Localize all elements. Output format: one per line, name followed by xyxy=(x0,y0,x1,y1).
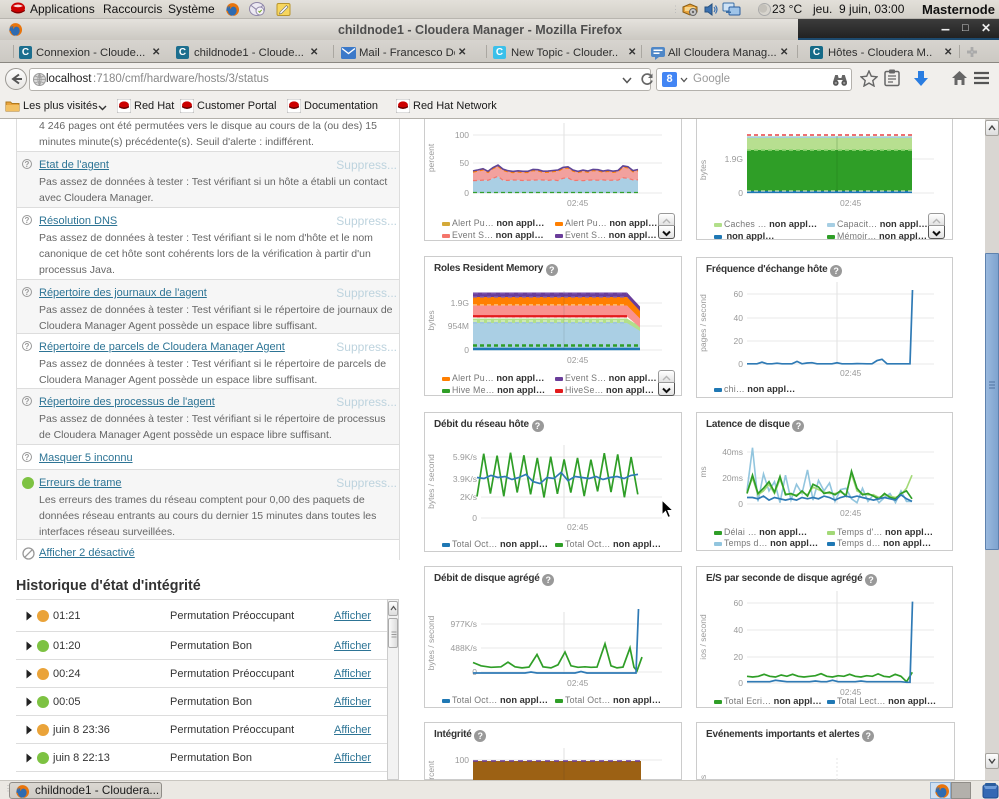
svg-text:100: 100 xyxy=(455,755,469,765)
svg-text:40: 40 xyxy=(734,313,744,323)
svg-text:40: 40 xyxy=(734,625,744,635)
svg-text:20: 20 xyxy=(734,652,744,662)
svg-text:02:45: 02:45 xyxy=(567,678,589,688)
svg-text:977K/s: 977K/s xyxy=(451,619,477,629)
svg-text:s: s xyxy=(698,775,708,779)
svg-text:954M: 954M xyxy=(448,321,469,331)
svg-text:ios / second: ios / second xyxy=(698,614,708,660)
svg-text:ms: ms xyxy=(698,466,708,477)
svg-text:60: 60 xyxy=(734,598,744,608)
svg-text:0: 0 xyxy=(464,345,469,355)
svg-text:60: 60 xyxy=(734,289,744,299)
svg-text:pages / second: pages / second xyxy=(698,294,708,352)
svg-text:02:45: 02:45 xyxy=(840,687,862,695)
svg-text:20: 20 xyxy=(734,336,744,346)
svg-text:2K/s: 2K/s xyxy=(460,492,477,502)
svg-text:bytes / second: bytes / second xyxy=(426,454,436,509)
svg-text:0: 0 xyxy=(472,667,477,677)
svg-text:02:45: 02:45 xyxy=(840,368,862,376)
svg-text:02:45: 02:45 xyxy=(567,522,589,531)
svg-text:02:45: 02:45 xyxy=(840,198,862,208)
svg-text:0: 0 xyxy=(464,188,469,198)
svg-text:488K/s: 488K/s xyxy=(451,643,477,653)
svg-text:02:45: 02:45 xyxy=(567,198,589,208)
svg-text:1.9G: 1.9G xyxy=(725,154,743,164)
svg-text:1.9G: 1.9G xyxy=(451,298,469,308)
svg-text:3.9K/s: 3.9K/s xyxy=(453,474,477,484)
svg-text:bytes / second: bytes / second xyxy=(426,615,436,670)
svg-text:50: 50 xyxy=(460,158,470,168)
svg-text:20ms: 20ms xyxy=(722,473,743,483)
svg-text:0: 0 xyxy=(472,513,477,523)
svg-text:0: 0 xyxy=(738,188,743,198)
svg-text:bytes: bytes xyxy=(698,160,708,180)
svg-text:0: 0 xyxy=(738,678,743,688)
svg-text:02:45: 02:45 xyxy=(567,355,589,365)
svg-text:percent: percent xyxy=(426,760,436,780)
svg-text:percent: percent xyxy=(426,143,436,172)
svg-text:bytes: bytes xyxy=(426,310,436,330)
svg-text:100: 100 xyxy=(455,130,469,140)
svg-text:0: 0 xyxy=(738,359,743,369)
svg-text:40ms: 40ms xyxy=(722,447,743,457)
svg-text:02:45: 02:45 xyxy=(840,508,862,518)
svg-text:0: 0 xyxy=(738,499,743,509)
svg-text:5.9K/s: 5.9K/s xyxy=(453,452,477,462)
